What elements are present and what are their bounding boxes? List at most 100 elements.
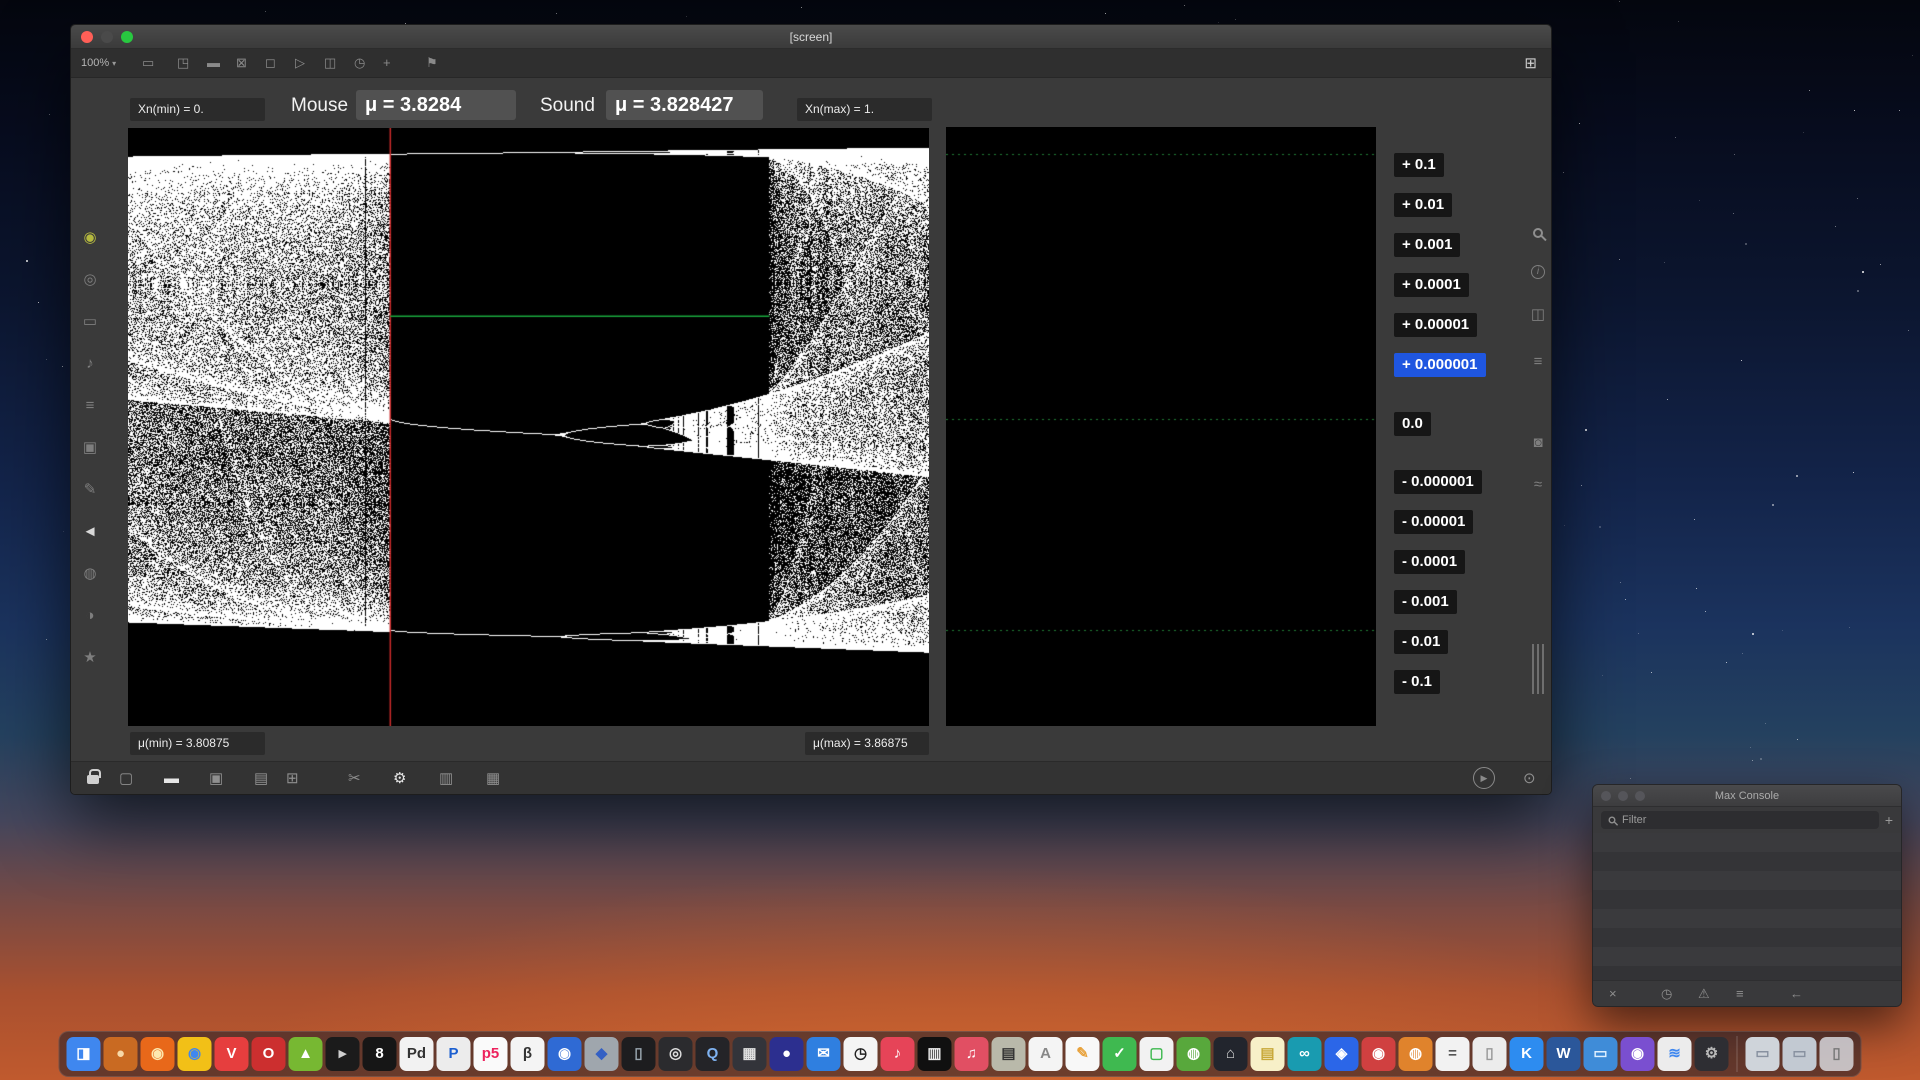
picture-icon[interactable]: ▣ [83, 439, 97, 457]
zoom-button[interactable] [121, 31, 133, 43]
title-bar[interactable]: [screen] [71, 25, 1551, 49]
delete-icon[interactable]: ⊠ [236, 55, 247, 71]
console-filter-field[interactable] [1601, 811, 1879, 829]
wrench-icon[interactable]: ⚙ [393, 770, 406, 787]
dock-minimized-window-1[interactable]: ▭ [1746, 1037, 1780, 1071]
decrement-button[interactable]: - 0.1 [1394, 670, 1440, 694]
decrement-button[interactable]: - 0.00001 [1394, 510, 1473, 534]
dock-textedit[interactable]: A [1029, 1037, 1063, 1071]
history-icon[interactable]: ◷ [1661, 986, 1672, 1002]
minimize-button[interactable] [101, 31, 113, 43]
warnings-icon[interactable]: ⚠ [1698, 986, 1710, 1002]
dock-remote-desktop[interactable]: ▭ [1584, 1037, 1618, 1071]
dock-photos[interactable]: ◎ [659, 1037, 693, 1071]
new-object-icon[interactable]: ▭ [142, 55, 154, 71]
list-options-icon[interactable]: ≡ [1736, 986, 1744, 1001]
step-sequencer-icon[interactable]: ≡ [86, 397, 95, 415]
decrement-button[interactable]: - 0.0001 [1394, 550, 1465, 574]
panel-icon[interactable]: ◫ [324, 55, 336, 71]
power-icon[interactable]: ⊙ [1523, 770, 1536, 787]
dock-minimized-window-2[interactable]: ▭ [1783, 1037, 1817, 1071]
audio-on-icon[interactable]: ◉ [83, 229, 96, 247]
dock-things[interactable]: ✓ [1103, 1037, 1137, 1071]
comment-icon[interactable]: ▬ [164, 770, 179, 787]
increment-button[interactable]: + 0.00001 [1394, 313, 1477, 337]
decrement-button[interactable]: - 0.001 [1394, 590, 1457, 614]
select-icon[interactable]: ▢ [119, 770, 133, 787]
dock-red-app[interactable]: ◉ [1362, 1037, 1396, 1071]
dock-piano-app[interactable]: ▥ [918, 1037, 952, 1071]
phase-icon[interactable]: ◑ [85, 607, 94, 625]
midi-note-icon[interactable]: ♪ [86, 355, 94, 373]
mouse-mu-numbox[interactable]: μ = 3.8284 [356, 90, 516, 120]
dock-android-app[interactable]: ▲ [289, 1037, 323, 1071]
dock-music[interactable]: ♪ [881, 1037, 915, 1071]
dock-opera[interactable]: O [252, 1037, 286, 1071]
dock-fox-app[interactable]: ● [104, 1037, 138, 1071]
new-comment-icon[interactable]: ▬ [207, 55, 220, 71]
playbar-icon[interactable]: ▷ [295, 55, 305, 71]
dock-trash[interactable]: ▯ [1820, 1037, 1854, 1071]
console-close-button[interactable] [1601, 791, 1611, 801]
add-filter-button[interactable]: + [1885, 812, 1893, 828]
dock-airdrop[interactable]: ≋ [1658, 1037, 1692, 1071]
record-icon[interactable]: ◎ [83, 271, 96, 289]
objects-icon[interactable]: ▣ [209, 770, 223, 787]
list-icon[interactable]: ≡ [1534, 353, 1543, 371]
console-zoom-button[interactable] [1635, 791, 1645, 801]
dock-iphone-sim[interactable]: ▯ [622, 1037, 656, 1071]
dock-clock[interactable]: ◷ [844, 1037, 878, 1071]
increment-button[interactable]: + 0.001 [1394, 233, 1460, 257]
increment-button[interactable]: + 0.0001 [1394, 273, 1469, 297]
lock-icon[interactable] [87, 775, 99, 784]
dock-word[interactable]: W [1547, 1037, 1581, 1071]
increment-button[interactable]: + 0.000001 [1394, 353, 1486, 377]
dock-mail[interactable]: ✉ [807, 1037, 841, 1071]
dock-eight-ball[interactable]: 8 [363, 1037, 397, 1071]
dock-vysor[interactable]: ◍ [1177, 1037, 1211, 1071]
dock-notes[interactable]: ▤ [1251, 1037, 1285, 1071]
level-meter-icon[interactable] [1532, 644, 1544, 694]
decrement-button[interactable]: - 0.01 [1394, 630, 1448, 654]
dock-ableton[interactable]: ▤ [992, 1037, 1026, 1071]
attachment-icon[interactable]: ✎ [84, 481, 97, 499]
dock-city-app[interactable]: ⌂ [1214, 1037, 1248, 1071]
dock-p5js[interactable]: p5 [474, 1037, 508, 1071]
console-minimize-button[interactable] [1618, 791, 1628, 801]
dock-puredata[interactable]: Pd [400, 1037, 434, 1071]
sound-mu-numbox[interactable]: μ = 3.828427 [606, 90, 763, 120]
dock-finder[interactable]: ◨ [67, 1037, 101, 1071]
dock-calculator[interactable]: = [1436, 1037, 1470, 1071]
dock-max[interactable]: ◉ [1621, 1037, 1655, 1071]
close-button[interactable] [81, 31, 93, 43]
filter-input[interactable] [1622, 814, 1873, 826]
back-icon[interactable]: ← [1790, 986, 1803, 1001]
dock-discord[interactable]: ● [770, 1037, 804, 1071]
dock-virtualbox[interactable]: ◆ [585, 1037, 619, 1071]
clear-console-icon[interactable]: × [1609, 986, 1617, 1001]
dock-facetime[interactable]: ▢ [1140, 1037, 1174, 1071]
new-bpatcher-icon[interactable]: ◳ [177, 55, 189, 71]
send-icon[interactable]: ⚑ [426, 55, 438, 71]
increment-button[interactable]: + 0.1 [1394, 153, 1444, 177]
piano-icon[interactable]: ▥ [439, 770, 453, 787]
dock-system-preferences[interactable]: ⚙ [1695, 1037, 1729, 1071]
snapshot-camera-icon[interactable]: ◙ [1533, 434, 1542, 452]
dock-terminal[interactable]: ▸ [326, 1037, 360, 1071]
dock-vivaldi[interactable]: V [215, 1037, 249, 1071]
zoom-control[interactable]: 100%▾ [81, 57, 116, 69]
dock-pages[interactable]: ✎ [1066, 1037, 1100, 1071]
dock-gamepad-app[interactable]: ▦ [733, 1037, 767, 1071]
add-icon[interactable]: + [383, 55, 391, 71]
dock-chrome[interactable]: ◉ [178, 1037, 212, 1071]
dock-beta-app[interactable]: β [511, 1037, 545, 1071]
toggle-icon[interactable]: ◻ [265, 55, 276, 71]
snippet-icon[interactable]: ✂ [348, 770, 361, 787]
columns-icon[interactable]: ◫ [1531, 306, 1545, 324]
dock-safari[interactable]: ◈ [1325, 1037, 1359, 1071]
dock-tangerine[interactable]: ◍ [1399, 1037, 1433, 1071]
zero-button[interactable]: 0.0 [1394, 412, 1431, 436]
star-icon[interactable]: ★ [83, 649, 96, 667]
grid-toggle-icon[interactable]: ⊞ [1524, 54, 1537, 72]
grid-icon[interactable]: ⊞ [286, 770, 299, 787]
